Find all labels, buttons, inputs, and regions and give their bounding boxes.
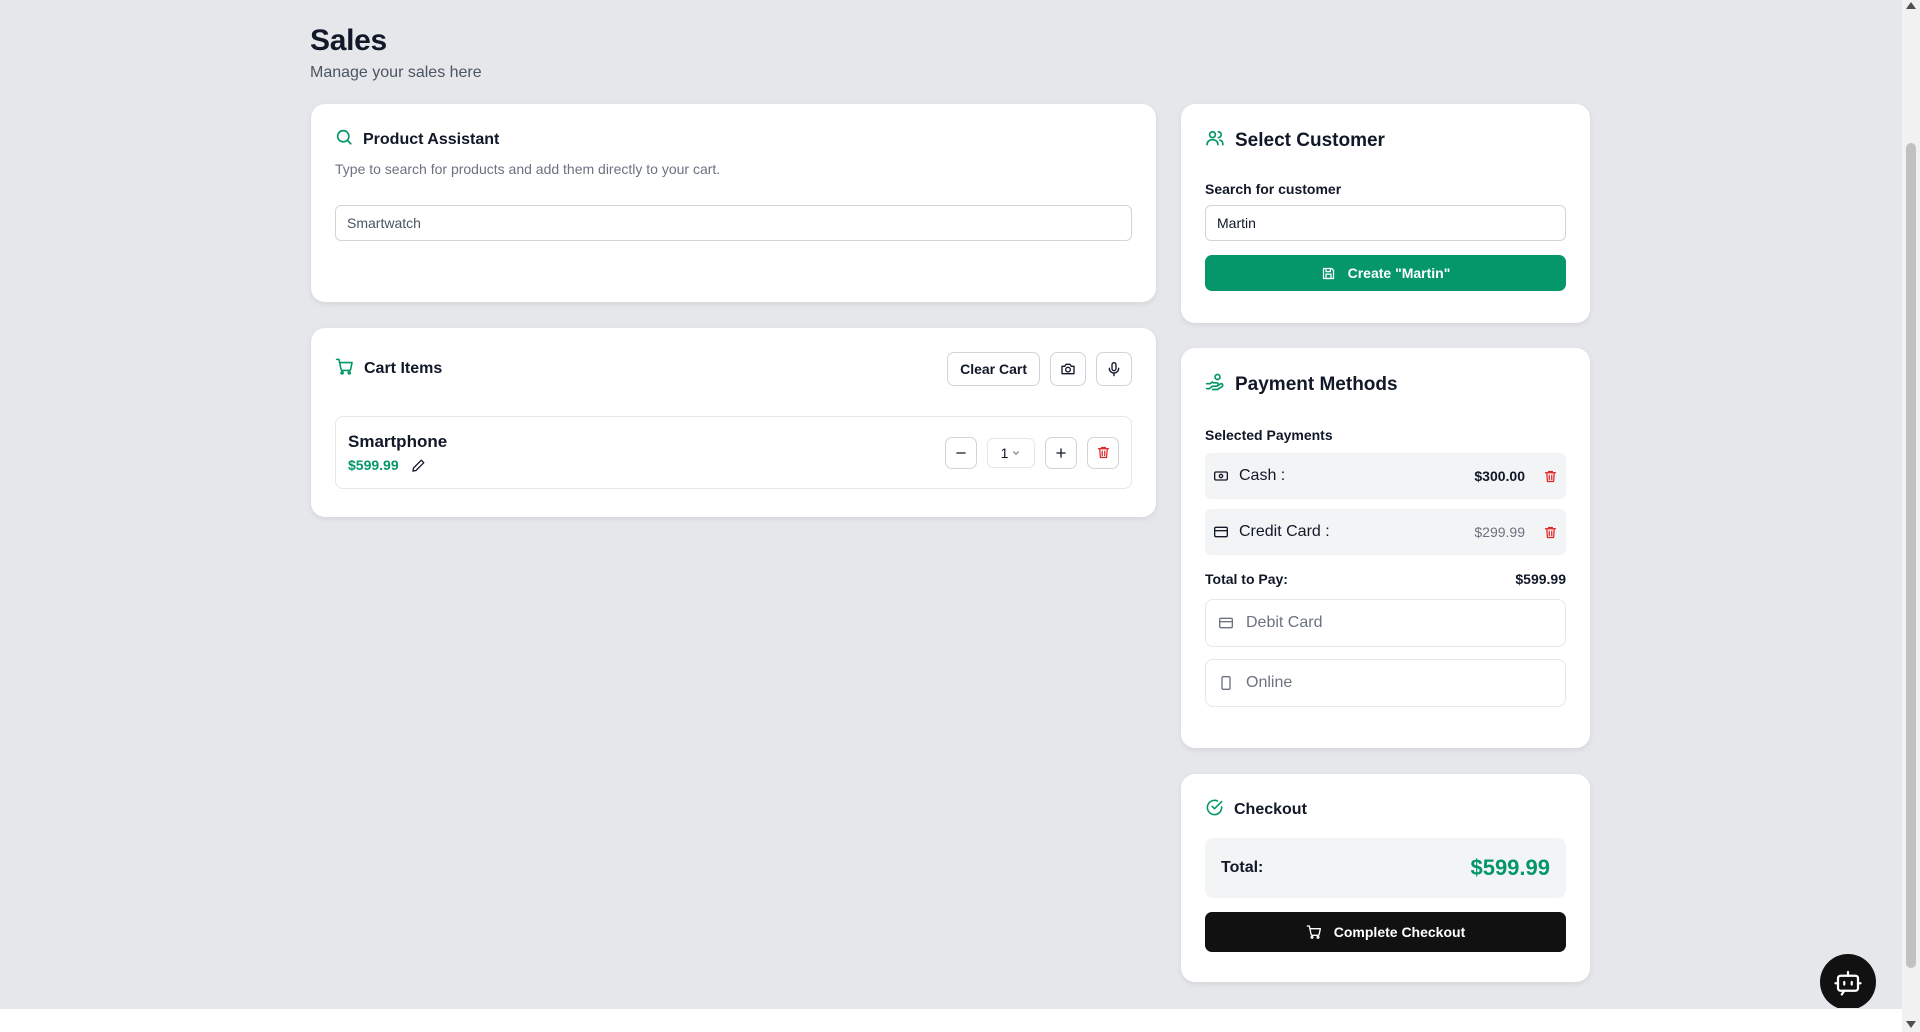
page-subtitle: Manage your sales here: [310, 64, 482, 81]
checkout-card: Checkout Total: $599.99 Complete Checkou…: [1181, 774, 1590, 982]
increase-quantity-button[interactable]: [1045, 436, 1077, 469]
payment-header: Payment Methods: [1205, 372, 1566, 397]
cart-title-group: Cart Items: [335, 357, 442, 381]
page-scrollbar[interactable]: [1902, 0, 1920, 1032]
total-to-pay-row: Total to Pay: $599.99: [1205, 571, 1566, 587]
chat-bot-button[interactable]: [1820, 954, 1876, 1010]
customer-header: Select Customer: [1205, 128, 1566, 153]
customer-search-label: Search for customer: [1205, 181, 1342, 197]
checkout-total-box: Total: $599.99: [1205, 838, 1566, 898]
cart-item-price: $599.99: [348, 457, 399, 473]
product-assistant-card: Product Assistant Type to search for pro…: [311, 104, 1156, 302]
selected-payments-label: Selected Payments: [1205, 427, 1333, 443]
total-to-pay-value: $599.99: [1515, 571, 1566, 587]
smartphone-icon: [1218, 675, 1234, 691]
cart-actions: Clear Cart: [947, 352, 1132, 386]
credit-card-icon: [1218, 615, 1234, 631]
banknote-icon: [1213, 468, 1229, 484]
cart-title: Cart Items: [364, 360, 443, 377]
remove-payment-button[interactable]: [1543, 469, 1558, 484]
payment-row-left: Cash :: [1213, 467, 1285, 485]
search-icon: [335, 128, 353, 151]
trash-icon: [1096, 445, 1111, 460]
microphone-button[interactable]: [1096, 352, 1132, 386]
product-assistant-title: Product Assistant: [363, 130, 500, 148]
minus-icon: [954, 446, 968, 460]
page-header: Sales Manage your sales here: [310, 24, 482, 82]
payment-method-label: Debit Card: [1246, 614, 1323, 631]
check-circle-icon: [1205, 798, 1224, 822]
checkout-total-value: $599.99: [1470, 855, 1550, 880]
remove-payment-button[interactable]: [1543, 525, 1558, 540]
payment-method-label: Cash :: [1239, 467, 1286, 484]
product-assistant-header: Product Assistant: [335, 128, 1132, 151]
plus-icon: [1054, 446, 1068, 460]
bot-icon: [1833, 967, 1863, 997]
payment-row-right: $300.00: [1474, 468, 1558, 484]
complete-checkout-label: Complete Checkout: [1333, 924, 1466, 940]
pencil-icon[interactable]: [411, 458, 426, 473]
product-assistant-description: Type to search for products and add them…: [335, 161, 721, 177]
product-search-input[interactable]: [335, 205, 1132, 241]
cart-icon: [335, 357, 354, 381]
selected-payment-row: Credit Card : $299.99: [1205, 509, 1566, 555]
create-customer-label: Create "Martin": [1347, 265, 1451, 281]
trash-icon: [1543, 469, 1558, 484]
payment-method-debit-card[interactable]: Debit Card: [1205, 599, 1566, 647]
cart-item-price-row: $599.99: [348, 457, 447, 473]
payment-amount: $299.99: [1474, 524, 1525, 540]
payment-method-online[interactable]: Online: [1205, 659, 1566, 707]
cart-header: Cart Items Clear Cart: [335, 352, 1132, 386]
checkout-title: Checkout: [1234, 801, 1307, 818]
payment-title: Payment Methods: [1235, 373, 1398, 395]
remove-item-button[interactable]: [1087, 436, 1119, 469]
hand-coins-icon: [1205, 372, 1225, 397]
save-icon: [1321, 266, 1336, 281]
cart-item-info: Smartphone $599.99: [348, 432, 447, 473]
scroll-up-arrow-icon[interactable]: [1906, 2, 1916, 9]
page-title: Sales: [310, 24, 387, 57]
decrease-quantity-button[interactable]: [945, 436, 977, 469]
quantity-select[interactable]: 1: [987, 437, 1035, 468]
payment-method-label: Online: [1246, 674, 1293, 691]
quantity-value: 1: [1000, 444, 1009, 461]
camera-button[interactable]: [1050, 352, 1086, 386]
customer-title: Select Customer: [1235, 129, 1385, 151]
create-customer-button[interactable]: Create "Martin": [1205, 255, 1566, 291]
cart-item-name: Smartphone: [348, 432, 448, 451]
payment-row-left: Credit Card :: [1213, 523, 1330, 541]
payment-method-label: Credit Card :: [1239, 523, 1330, 540]
complete-checkout-button[interactable]: Complete Checkout: [1205, 912, 1566, 952]
scroll-down-arrow-icon[interactable]: [1906, 1021, 1916, 1028]
bottom-strip: [0, 1008, 1902, 1032]
users-icon: [1205, 128, 1225, 153]
chevron-down-icon: [1011, 448, 1021, 458]
microphone-icon: [1106, 361, 1122, 377]
cart-card: Cart Items Clear Cart Smartphone $599.99: [311, 328, 1156, 517]
camera-icon: [1060, 361, 1076, 377]
total-to-pay-label: Total to Pay:: [1205, 571, 1288, 587]
checkout-header: Checkout: [1205, 798, 1566, 822]
customer-search-input[interactable]: [1205, 205, 1566, 241]
quantity-controls: 1: [945, 436, 1119, 469]
cart-item: Smartphone $599.99 1: [335, 416, 1132, 489]
payment-row-right: $299.99: [1474, 524, 1558, 540]
clear-cart-button[interactable]: Clear Cart: [947, 352, 1040, 386]
selected-payment-row: Cash : $300.00: [1205, 453, 1566, 499]
payment-methods-card: Payment Methods Selected Payments Cash :…: [1181, 348, 1590, 748]
cart-icon: [1306, 924, 1322, 940]
credit-card-icon: [1213, 524, 1229, 540]
scrollbar-thumb[interactable]: [1906, 143, 1916, 968]
trash-icon: [1543, 525, 1558, 540]
select-customer-card: Select Customer Search for customer Crea…: [1181, 104, 1590, 323]
payment-amount: $300.00: [1474, 468, 1525, 484]
checkout-total-label: Total:: [1221, 859, 1264, 876]
